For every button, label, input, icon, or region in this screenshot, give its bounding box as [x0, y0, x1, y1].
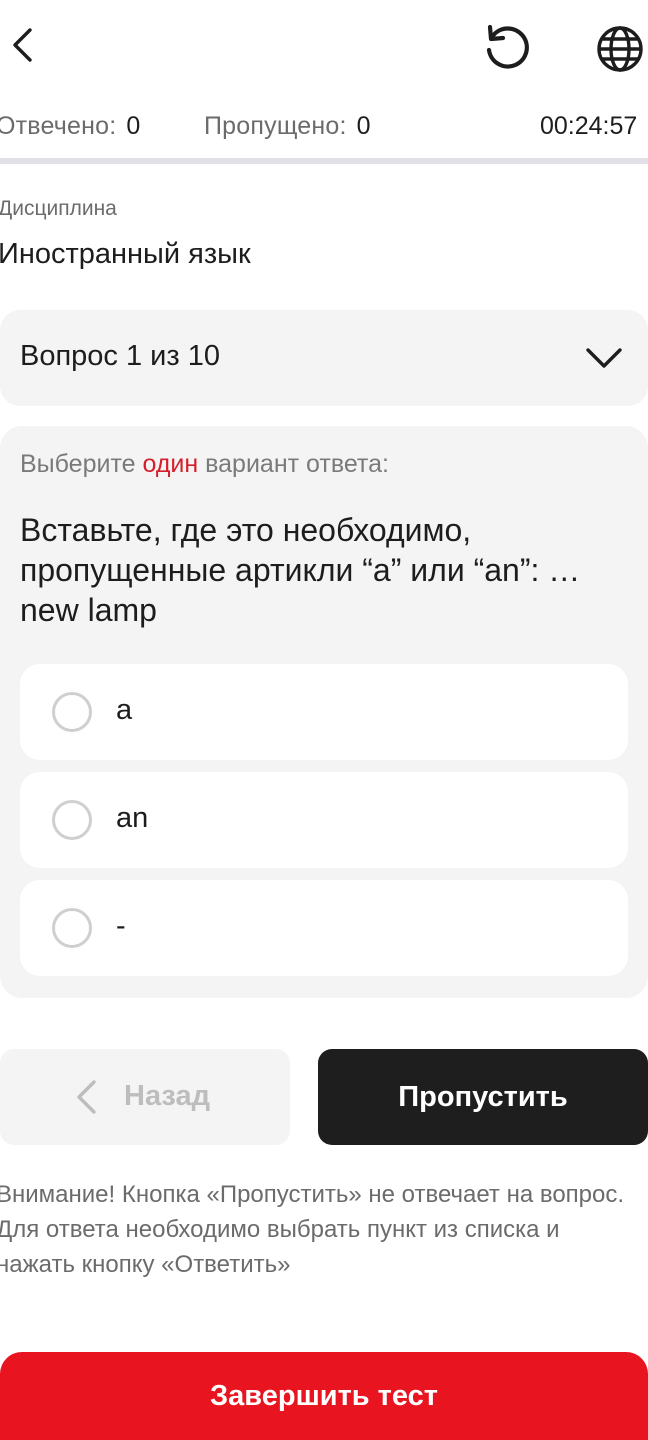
- finish-test-button[interactable]: Завершить тест: [0, 1352, 648, 1440]
- previous-question-button[interactable]: Назад: [0, 1049, 290, 1145]
- instruction-accent: один: [142, 450, 199, 478]
- answer-option-label: an: [116, 802, 149, 834]
- radio-button[interactable]: [52, 692, 92, 732]
- chevron-left-icon: [77, 1080, 96, 1114]
- instruction-suffix: вариант ответа:: [198, 450, 389, 478]
- skipped-counter: Пропущено: 0: [204, 112, 371, 141]
- restart-button[interactable]: [476, 18, 538, 80]
- answered-value: 0: [126, 112, 141, 140]
- answer-option-label: -: [116, 910, 126, 942]
- chevron-left-icon: [13, 28, 32, 62]
- globe-icon: [597, 26, 643, 72]
- question-selector[interactable]: Вопрос 1 из 10: [0, 310, 648, 406]
- restart-icon: [486, 24, 529, 69]
- chevron-down-icon: [586, 348, 622, 368]
- answered-label: Отвечено:: [0, 112, 117, 140]
- question-text: Вставьте, где это необходимо, пропущенны…: [20, 512, 581, 628]
- timer: 00:24:57: [540, 112, 638, 140]
- discipline-value: Иностранный язык: [0, 238, 251, 270]
- skipped-value: 0: [356, 112, 371, 140]
- answer-option[interactable]: an: [20, 772, 628, 868]
- skip-button[interactable]: Пропустить: [318, 1049, 648, 1145]
- skipped-label: Пропущено:: [204, 112, 347, 140]
- progress-track: [0, 158, 648, 164]
- skip-warning-text: Внимание! Кнопка «Пропустить» не отвечае…: [0, 1181, 625, 1278]
- question-selector-label: Вопрос 1 из 10: [20, 340, 220, 372]
- answer-option-label: a: [116, 694, 133, 726]
- discipline-label: Дисциплина: [0, 197, 117, 220]
- answer-option[interactable]: a: [20, 664, 628, 760]
- language-button[interactable]: [590, 18, 648, 80]
- answer-instruction: Выберите один вариант ответа:: [20, 450, 389, 479]
- answered-counter: Отвечено: 0: [0, 112, 140, 141]
- radio-button[interactable]: [52, 908, 92, 948]
- radio-button[interactable]: [52, 800, 92, 840]
- previous-question-label: Назад: [124, 1080, 210, 1112]
- instruction-prefix: Выберите: [20, 450, 143, 478]
- back-arrow-button[interactable]: [0, 20, 44, 70]
- answer-option[interactable]: -: [20, 880, 628, 976]
